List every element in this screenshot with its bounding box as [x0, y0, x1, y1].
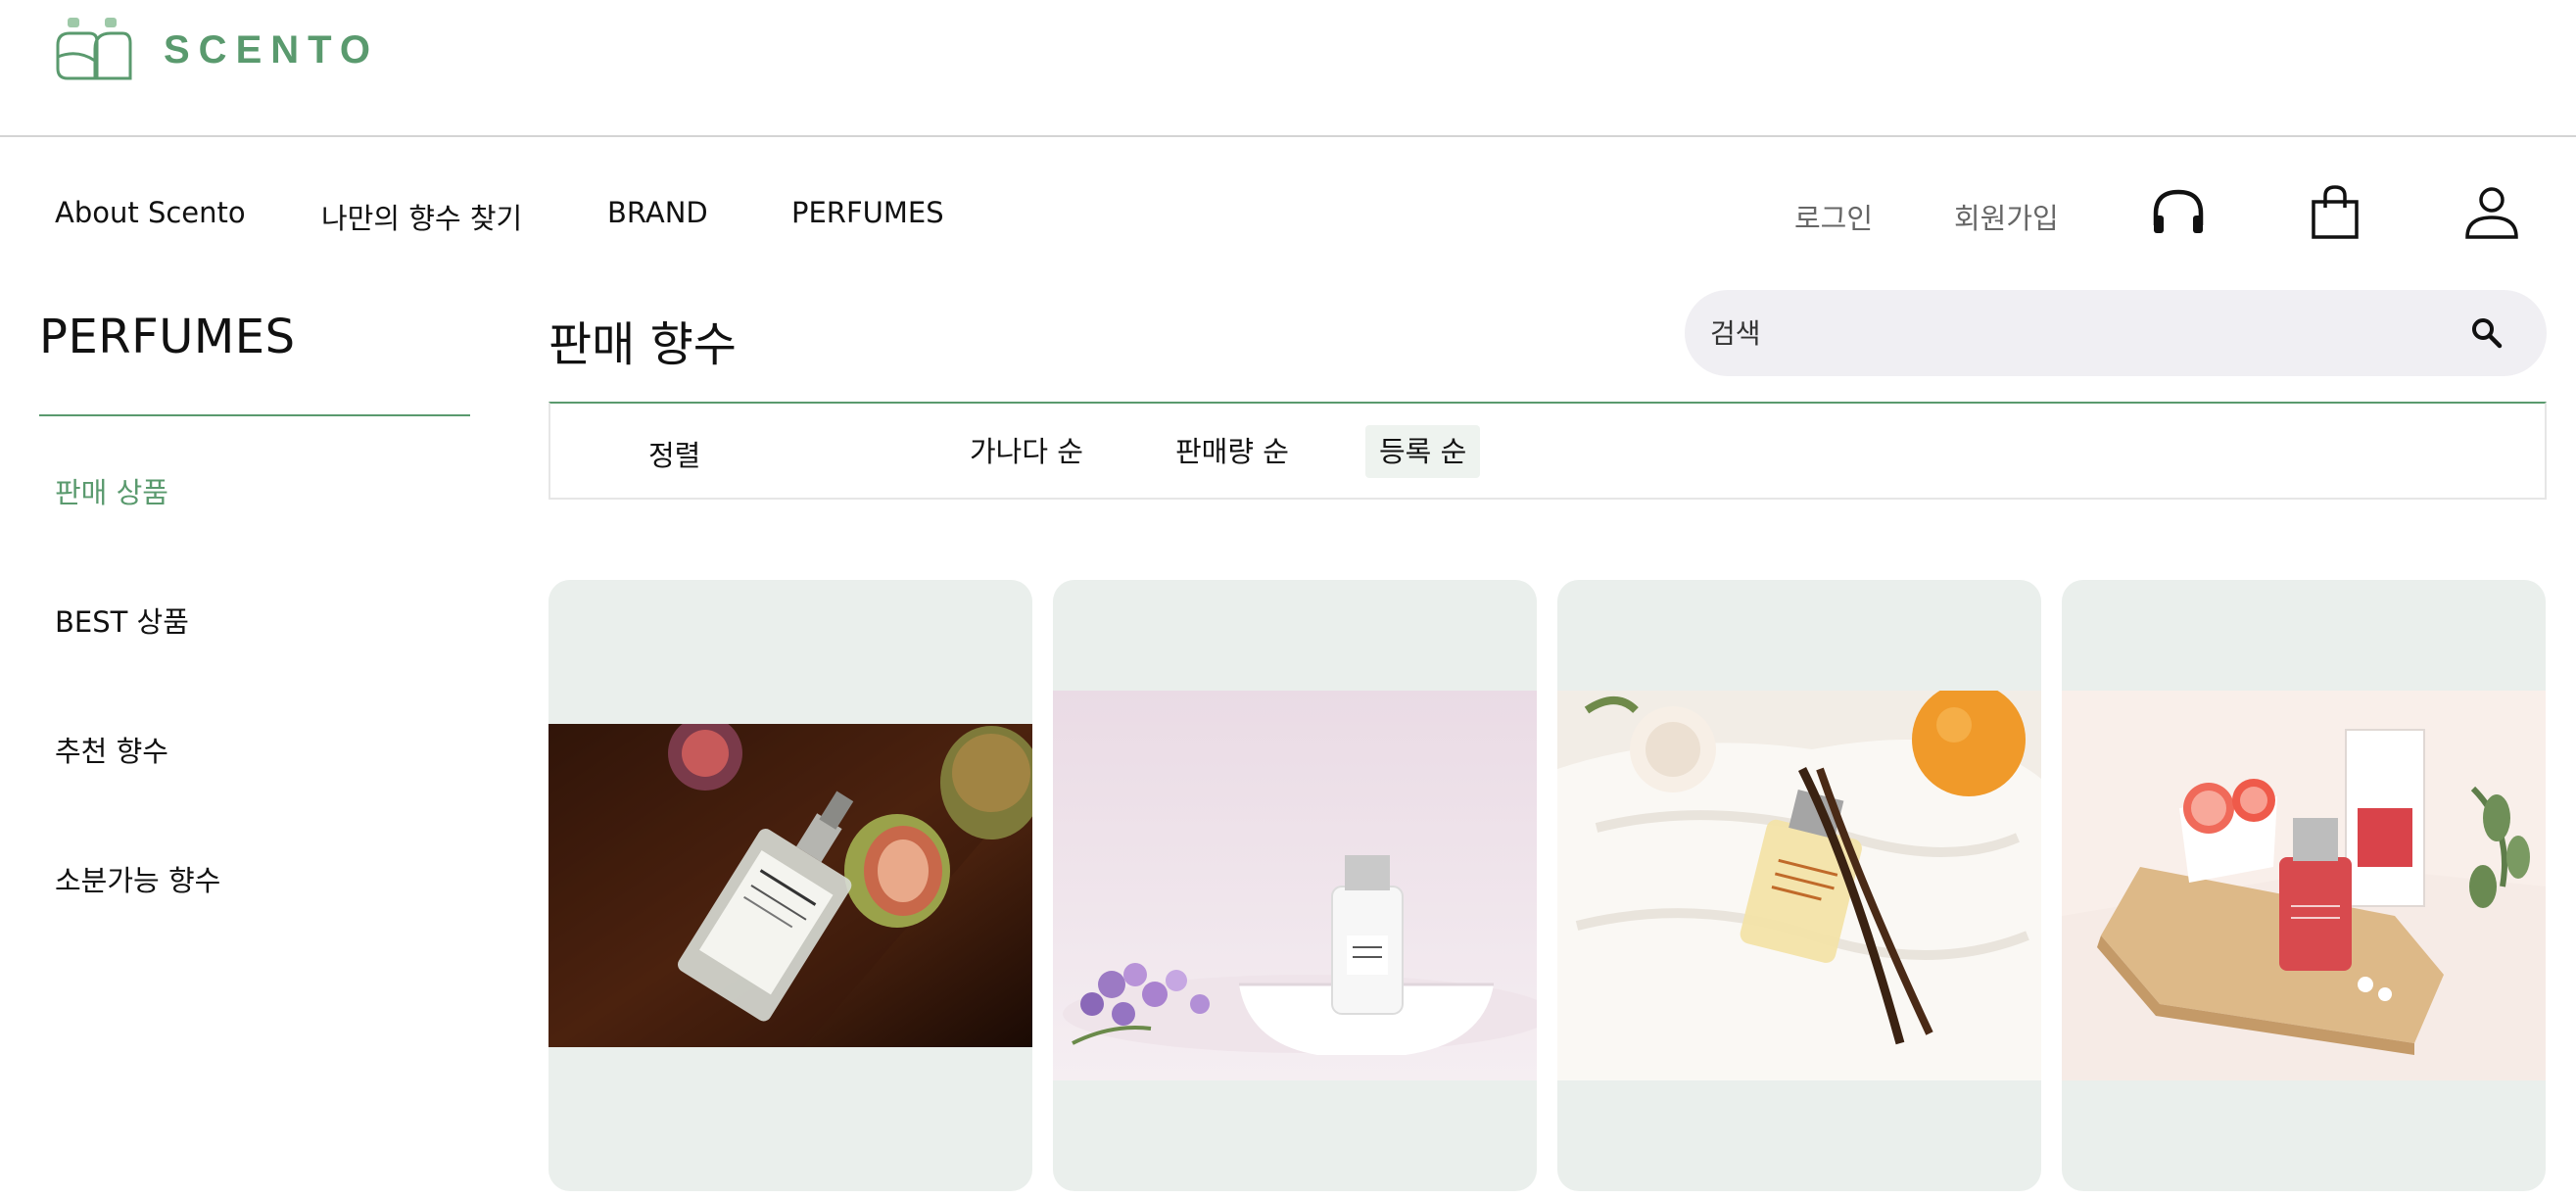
- shopping-bag-icon[interactable]: [2305, 182, 2365, 243]
- signup-link[interactable]: 회원가입: [1954, 196, 2059, 237]
- user-icon[interactable]: [2461, 182, 2522, 243]
- nav-about-scento[interactable]: About Scento: [55, 196, 246, 229]
- product-image-fig: [549, 724, 1032, 1047]
- sidebar-item-recommended[interactable]: 추천 향수: [55, 729, 168, 770]
- search-icon[interactable]: [2463, 310, 2510, 357]
- login-link[interactable]: 로그인: [1794, 196, 1873, 237]
- page-title: 판매 향수: [549, 317, 737, 372]
- product-card[interactable]: [2062, 580, 2546, 1191]
- top-header: SCENTO: [0, 0, 2576, 137]
- sidebar-item-best[interactable]: BEST 상품: [55, 600, 189, 641]
- sidebar-divider: [39, 414, 470, 416]
- nav-brand[interactable]: BRAND: [607, 196, 708, 229]
- sidebar-item-decant[interactable]: 소분가능 향수: [55, 858, 220, 899]
- logo[interactable]: SCENTO: [54, 16, 379, 84]
- sort-label: 정렬: [648, 439, 701, 472]
- sort-option-registered[interactable]: 등록 순: [1365, 425, 1481, 478]
- product-image-grapefruit: [2062, 691, 2546, 1080]
- nav-find-my-perfume[interactable]: 나만의 향수 찾기: [321, 196, 522, 237]
- sort-bar: 정렬 가나다 순 판매량 순 등록 순: [549, 402, 2547, 500]
- sidebar-title: PERFUMES: [39, 310, 296, 364]
- sort-option-alphabetical[interactable]: 가나다 순: [956, 425, 1097, 478]
- main-nav: About Scento 나만의 향수 찾기 BRAND PERFUMES 로그…: [0, 176, 2576, 257]
- product-card[interactable]: [1053, 580, 1537, 1191]
- headphones-icon[interactable]: [2148, 182, 2209, 243]
- product-card[interactable]: [1557, 580, 2041, 1191]
- product-card[interactable]: [549, 580, 1032, 1191]
- logo-text: SCENTO: [164, 27, 379, 72]
- product-image-vanilla: [1557, 691, 2041, 1080]
- search-bar: [1685, 290, 2547, 376]
- logo-icon: [56, 18, 132, 80]
- sort-option-sales[interactable]: 판매량 순: [1162, 425, 1303, 478]
- nav-perfumes[interactable]: PERFUMES: [791, 196, 944, 229]
- search-input[interactable]: [1710, 290, 2455, 376]
- product-image-lilac: [1053, 691, 1537, 1080]
- sidebar-item-on-sale[interactable]: 판매 상품: [55, 470, 168, 511]
